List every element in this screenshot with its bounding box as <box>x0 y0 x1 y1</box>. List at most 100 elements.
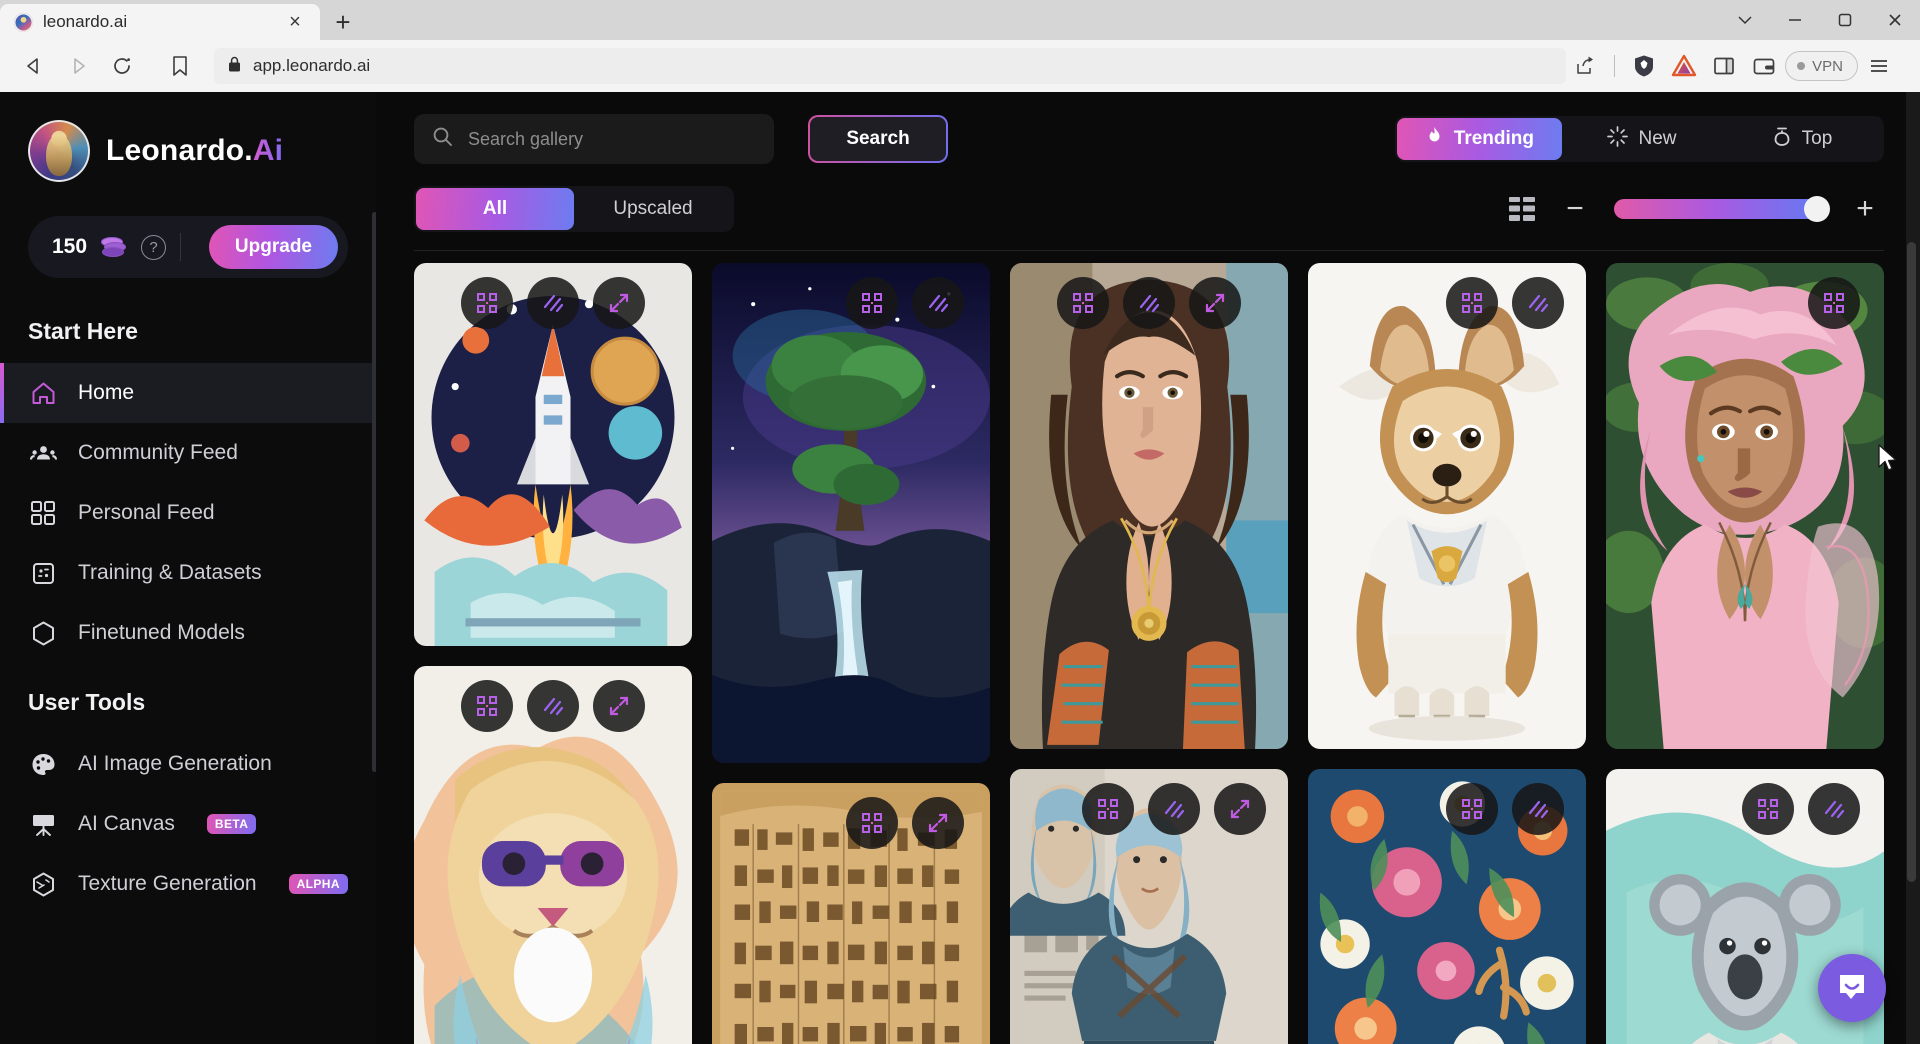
vpn-status-dot <box>1797 62 1806 70</box>
chevron-down-icon[interactable] <box>1720 0 1770 40</box>
variations-icon[interactable] <box>1512 782 1564 835</box>
bookmark-icon[interactable] <box>162 48 198 84</box>
browser-window: leonardo.ai × + app.leonardo.ai VPN Leon… <box>0 0 1920 1044</box>
sidebar-item-home[interactable]: Home <box>0 363 376 423</box>
zoom-slider[interactable] <box>1614 196 1830 222</box>
upscale-icon[interactable] <box>846 277 898 329</box>
grid-icon <box>28 498 58 528</box>
upscale-icon[interactable] <box>461 277 513 329</box>
variations-icon[interactable] <box>527 277 579 329</box>
question-mark-icon[interactable]: ? <box>141 234 167 260</box>
upscale-icon[interactable] <box>1057 277 1109 329</box>
gallery-card[interactable] <box>712 783 990 1044</box>
sidebar-item-community-feed[interactable]: Community Feed <box>0 423 376 483</box>
sidebar-item-label: Home <box>78 381 135 404</box>
credits-panel: 150 ? Upgrade <box>28 216 348 278</box>
vpn-button[interactable]: VPN <box>1785 51 1858 81</box>
minimize-icon[interactable] <box>1770 0 1820 40</box>
expand-icon[interactable] <box>593 277 645 329</box>
browser-toolbar: app.leonardo.ai VPN <box>0 40 1920 92</box>
search-input[interactable] <box>468 128 756 150</box>
reload-icon[interactable] <box>102 46 142 86</box>
back-icon[interactable] <box>14 46 54 86</box>
home-icon <box>28 378 58 408</box>
variations-icon[interactable] <box>1512 277 1564 329</box>
expand-icon[interactable] <box>1189 277 1241 329</box>
tab-top[interactable]: Top <box>1722 118 1882 160</box>
sidebar-item-label: Training & Datasets <box>78 561 262 584</box>
upscale-icon[interactable] <box>1082 782 1134 835</box>
gallery-card[interactable] <box>1010 263 1288 749</box>
side-panel-icon[interactable] <box>1705 47 1743 85</box>
card-actions <box>1308 782 1586 835</box>
flame-icon <box>1425 126 1444 153</box>
brave-shield-icon[interactable] <box>1625 47 1663 85</box>
address-bar-area: app.leonardo.ai VPN <box>162 48 1898 84</box>
cube-icon <box>28 618 58 648</box>
tab-title: leonardo.ai <box>43 12 128 31</box>
variations-icon[interactable] <box>1808 782 1860 835</box>
upscale-icon[interactable] <box>1446 782 1498 835</box>
easel-icon <box>28 809 58 839</box>
gallery-card[interactable] <box>1308 768 1586 1044</box>
sidebar-item-texture-generation[interactable]: Texture Generation ALPHA <box>0 854 376 914</box>
variations-icon[interactable] <box>1123 277 1175 329</box>
page-scrollbar[interactable] <box>1907 242 1916 882</box>
tab-all[interactable]: All <box>416 188 574 230</box>
search-button[interactable]: Search <box>808 115 948 163</box>
gallery-card[interactable] <box>1606 263 1884 749</box>
upscale-icon[interactable] <box>1446 277 1498 329</box>
upscale-icon[interactable] <box>846 797 898 850</box>
variations-icon[interactable] <box>912 277 964 329</box>
sidebar-item-personal-feed[interactable]: Personal Feed <box>0 483 376 543</box>
gallery-card[interactable] <box>414 263 692 647</box>
brave-logo-icon[interactable] <box>1665 47 1703 85</box>
upscale-icon[interactable] <box>461 680 513 733</box>
sidebar-item-ai-canvas[interactable]: AI Canvas BETA <box>0 794 376 854</box>
zoom-in-button[interactable]: + <box>1852 194 1878 224</box>
expand-icon[interactable] <box>593 680 645 733</box>
new-tab-button[interactable]: + <box>320 4 366 40</box>
sidebar-item-label: AI Canvas <box>78 812 175 835</box>
maximize-icon[interactable] <box>1820 0 1870 40</box>
hamburger-menu-icon[interactable] <box>1860 47 1898 85</box>
sidebar-item-finetuned-models[interactable]: Finetuned Models <box>0 603 376 663</box>
close-icon[interactable] <box>1870 0 1920 40</box>
upscale-icon[interactable] <box>1808 277 1860 329</box>
card-portrait-woman <box>1010 263 1288 749</box>
sidebar-section-user-tools: User Tools <box>28 689 146 715</box>
gallery-card[interactable] <box>712 263 990 764</box>
card-actions <box>1308 277 1586 329</box>
variations-icon[interactable] <box>1148 782 1200 835</box>
sidebar-item-label: AI Image Generation <box>78 752 272 775</box>
layout-grid-icon[interactable] <box>1508 196 1536 222</box>
wallet-icon[interactable] <box>1745 47 1783 85</box>
trophy-icon <box>1772 126 1792 153</box>
search-field[interactable] <box>414 114 774 164</box>
zoom-out-button[interactable]: − <box>1562 194 1588 224</box>
gallery-card[interactable] <box>1308 263 1586 749</box>
variations-icon[interactable] <box>527 680 579 733</box>
close-tab-button[interactable]: × <box>282 9 308 35</box>
upgrade-button[interactable]: Upgrade <box>208 225 338 269</box>
sidebar-item-training-datasets[interactable]: Training & Datasets <box>0 543 376 603</box>
sidebar-item-ai-image-generation[interactable]: AI Image Generation <box>0 734 376 794</box>
window-controls <box>1720 0 1920 40</box>
zoom-slider-handle[interactable] <box>1804 196 1830 222</box>
tab-new[interactable]: New <box>1562 118 1722 160</box>
brand[interactable]: Leonardo.Ai <box>0 120 376 182</box>
app-sidebar: Leonardo.Ai 150 ? Upgrade Start Here Hom… <box>0 92 376 1044</box>
expand-icon[interactable] <box>912 797 964 850</box>
browser-tab[interactable]: leonardo.ai × <box>0 4 320 40</box>
expand-icon[interactable] <box>1214 782 1266 835</box>
tab-trending[interactable]: Trending <box>1396 118 1562 160</box>
tab-upscaled[interactable]: Upscaled <box>574 188 732 230</box>
upscale-icon[interactable] <box>1742 782 1794 835</box>
share-icon[interactable] <box>1566 47 1604 85</box>
gallery-card[interactable] <box>1010 768 1288 1044</box>
address-bar[interactable]: app.leonardo.ai <box>214 48 1567 84</box>
leonardo-avatar-icon <box>14 12 33 32</box>
gallery-card[interactable] <box>414 666 692 1044</box>
intercom-chat-button[interactable] <box>1818 954 1886 1022</box>
tab-label: Trending <box>1453 128 1534 149</box>
